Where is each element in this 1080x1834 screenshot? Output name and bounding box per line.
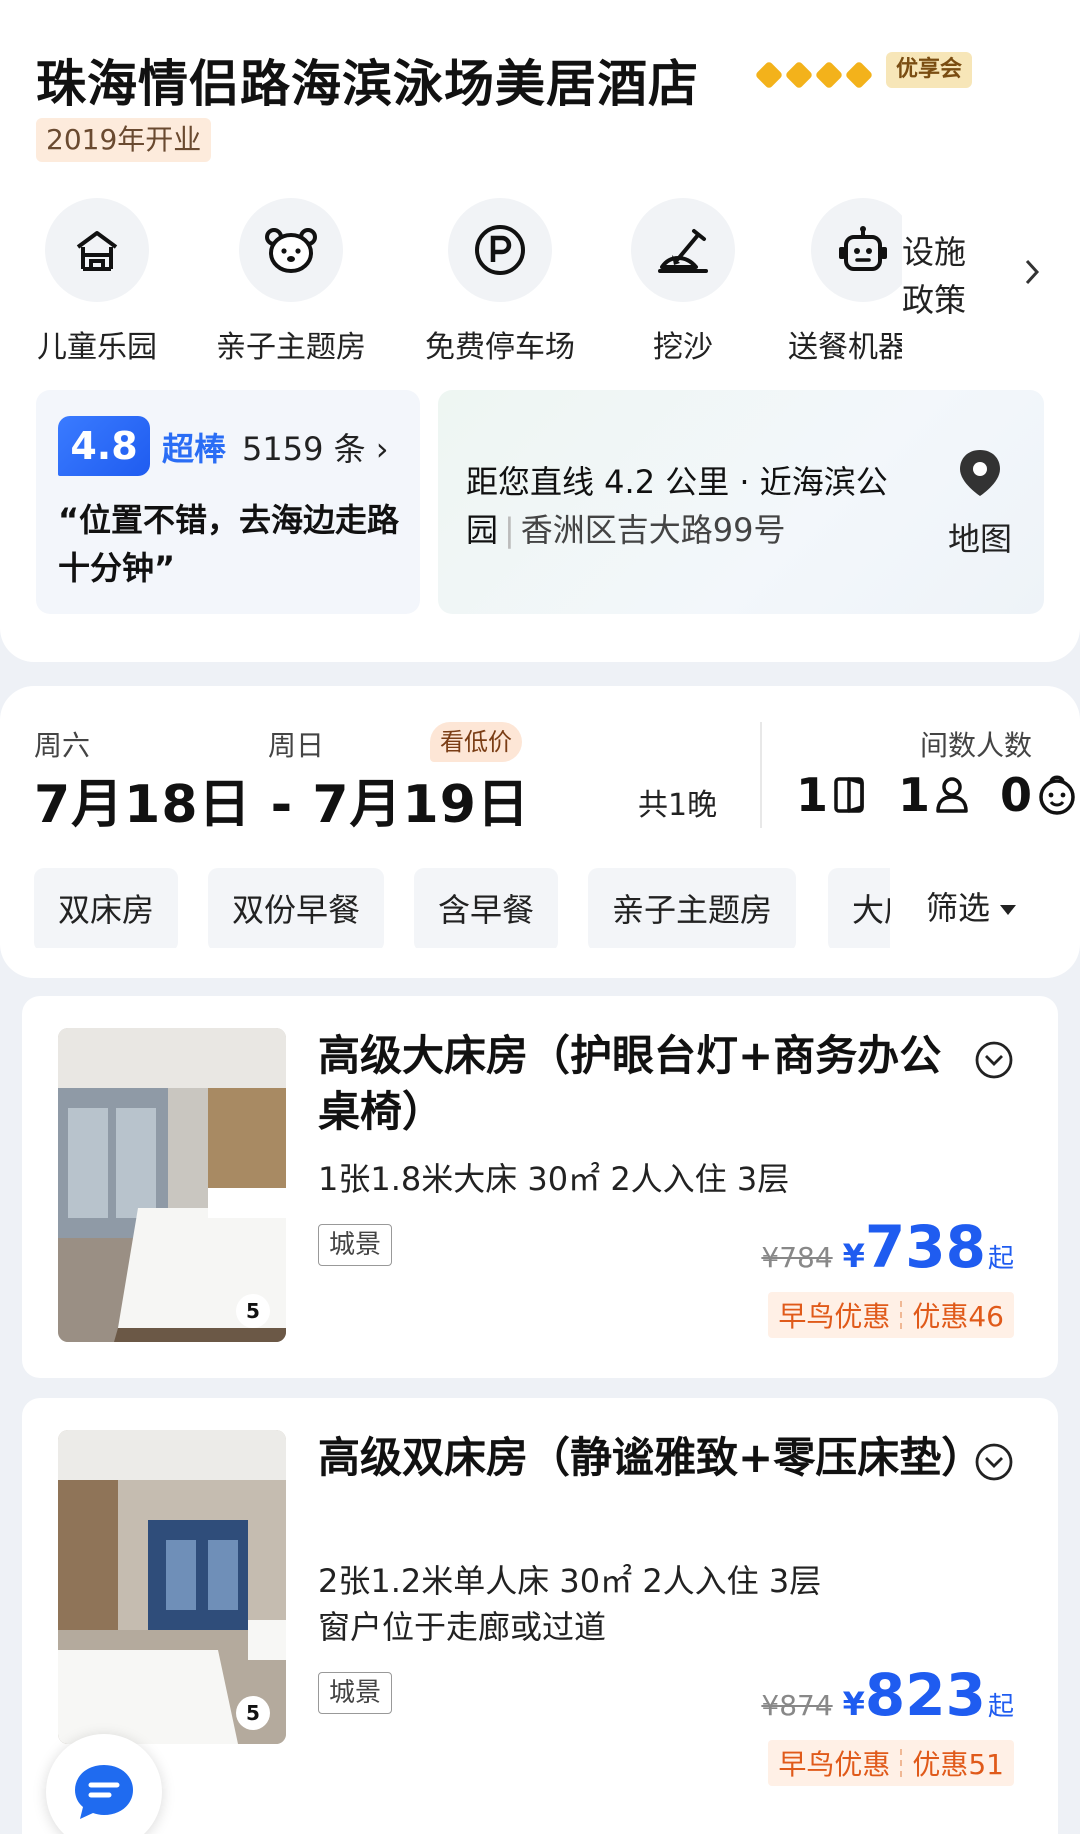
room-count: 1	[796, 768, 829, 822]
parking-icon	[475, 225, 525, 275]
bear-icon	[265, 228, 317, 273]
door-icon	[834, 777, 864, 813]
room-view-tag: 城景	[318, 1672, 393, 1714]
price-from-label: 起	[987, 1244, 1014, 1274]
hotel-name: 珠海情侣路海滨泳场美居酒店	[36, 55, 699, 113]
diamond-icon	[814, 60, 844, 90]
divider	[760, 722, 762, 828]
promo-discount: 优惠46	[912, 1300, 1004, 1333]
guests-selector[interactable]: 1 1 0	[788, 768, 1080, 822]
checkin-weekday: 周六	[34, 729, 91, 762]
location-summary[interactable]: 距您直线 4.2 公里 · 近海滨公园 | 香洲区吉大路99号 地图	[438, 390, 1044, 614]
room-spec: 2张1.2米单人床 30㎡ 2人入住 3层	[318, 1562, 822, 1600]
nights-count: 共1晚	[638, 788, 718, 823]
rating-summary[interactable]: 4.8 超棒 5159 条 › “位置不错，去海边走路十分钟”	[36, 390, 420, 614]
caret-down-icon	[1000, 905, 1017, 915]
facility-item-playground[interactable]: 儿童乐园	[12, 198, 182, 360]
map-pin-icon	[960, 450, 1000, 496]
promo-early-bird: 早鸟优惠	[778, 1748, 891, 1781]
price-block: ¥874 ¥ 823 起	[761, 1666, 1014, 1724]
facilities-policy-link[interactable]: 设施 政策	[902, 228, 1042, 324]
opening-year-badge: 2019年开业	[36, 118, 212, 162]
room-card[interactable]: 5 高级大床房（护眼台灯+商务办公桌椅） 1张1.8米大床 30㎡ 2人入住 3…	[22, 996, 1058, 1378]
room-photo[interactable]: 5	[58, 1430, 286, 1744]
chevron-down-circle-icon[interactable]	[974, 1040, 1014, 1080]
facility-item-parking[interactable]: 免费停车场	[415, 198, 585, 360]
address-separator: |	[504, 511, 515, 549]
rating-score: 4.8	[58, 416, 150, 476]
original-price: ¥874	[761, 1689, 833, 1722]
location-text: 距您直线 4.2 公里 · 近海滨公园 | 香洲区吉大路99号	[466, 458, 916, 554]
room-window-note: 窗户位于走廊或过道	[318, 1608, 607, 1646]
chevron-right-icon	[1025, 259, 1040, 285]
date-range-selector[interactable]: 7月18日 - 7月19日	[34, 762, 530, 837]
original-price: ¥784	[761, 1241, 833, 1274]
room-name: 高级大床房（护眼台灯+商务办公桌椅）	[318, 1031, 942, 1136]
room-photo[interactable]: 5	[58, 1028, 286, 1342]
member-badge[interactable]: 优享会	[886, 52, 973, 88]
child-icon	[1039, 775, 1075, 815]
diamond-rating	[754, 60, 874, 90]
promo-early-bird: 早鸟优惠	[778, 1300, 891, 1333]
robot-icon	[839, 226, 887, 271]
promo-discount: 优惠51	[912, 1748, 1004, 1781]
room-view-tag: 城景	[318, 1224, 393, 1266]
diamond-icon	[754, 60, 784, 90]
room-name: 高级双床房（静谧雅致+零压床垫）	[318, 1433, 984, 1482]
currency-symbol: ¥	[842, 1685, 865, 1723]
diamond-icon	[784, 60, 814, 90]
adult-icon	[936, 777, 968, 813]
address-text: 香洲区吉大路99号	[520, 511, 786, 549]
adult-count: 1	[898, 768, 931, 822]
diamond-icon	[844, 60, 874, 90]
currency-symbol: ¥	[842, 1237, 865, 1275]
guests-label: 间数人数	[920, 729, 1033, 762]
photo-count-badge: 5	[236, 1294, 270, 1328]
facility-item-robot[interactable]: 送餐机器人	[778, 198, 902, 360]
map-button[interactable]: 地图	[938, 446, 1022, 560]
facility-item-sand-digging[interactable]: 挖沙	[598, 198, 768, 360]
checkout-weekday: 周日	[268, 729, 325, 762]
room-card[interactable]: 5 高级双床房（静谧雅致+零压床垫） 2张1.2米单人床 30㎡ 2人入住 3层…	[22, 1398, 1058, 1834]
filter-chip[interactable]: 亲子主题房	[588, 868, 797, 948]
price-from-label: 起	[987, 1692, 1014, 1722]
booking-date-card: 周六 周日 看低价 7月18日 - 7月19日 共1晚 间数人数 1 1 0 双…	[0, 686, 1080, 978]
promo-tags: 早鸟优惠 优惠51	[768, 1740, 1014, 1786]
filter-button[interactable]: 筛选	[926, 866, 1017, 950]
facility-item-family-room[interactable]: 亲子主题房	[206, 198, 376, 360]
current-price: 738	[864, 1213, 986, 1281]
chevron-down-circle-icon[interactable]	[974, 1442, 1014, 1482]
promo-tags: 早鸟优惠 优惠46	[768, 1292, 1014, 1338]
filter-chip[interactable]: 双份早餐	[208, 868, 385, 948]
rating-word: 超棒	[162, 430, 227, 468]
photo-count-badge: 5	[236, 1696, 270, 1730]
room-spec: 1张1.8米大床 30㎡ 2人入住 3层	[318, 1160, 790, 1198]
child-count: 0	[1000, 768, 1033, 822]
review-count-link[interactable]: 5159 条 ›	[242, 424, 389, 470]
current-price: 823	[864, 1661, 986, 1729]
low-price-badge[interactable]: 看低价	[430, 722, 522, 762]
quick-filter-list[interactable]: 双床房 双份早餐 含早餐 亲子主题房 大床房	[0, 858, 890, 948]
filter-chip[interactable]: 大床房	[828, 868, 890, 948]
hotel-info-card: 珠海情侣路海滨泳场美居酒店 优享会 2019年开业 儿童乐园 亲子主题房 免费停…	[0, 0, 1080, 662]
filter-chip[interactable]: 含早餐	[414, 868, 559, 948]
shovel-icon	[658, 229, 708, 273]
playground-icon	[76, 231, 118, 271]
facility-list[interactable]: 儿童乐园 亲子主题房 免费停车场 挖沙 送餐机器	[0, 190, 902, 360]
price-block: ¥784 ¥ 738 起	[761, 1218, 1014, 1276]
filter-chip[interactable]: 双床房	[34, 868, 179, 948]
chat-bubble-icon	[75, 1765, 133, 1819]
review-quote: “位置不错，去海边走路十分钟”	[58, 501, 400, 587]
